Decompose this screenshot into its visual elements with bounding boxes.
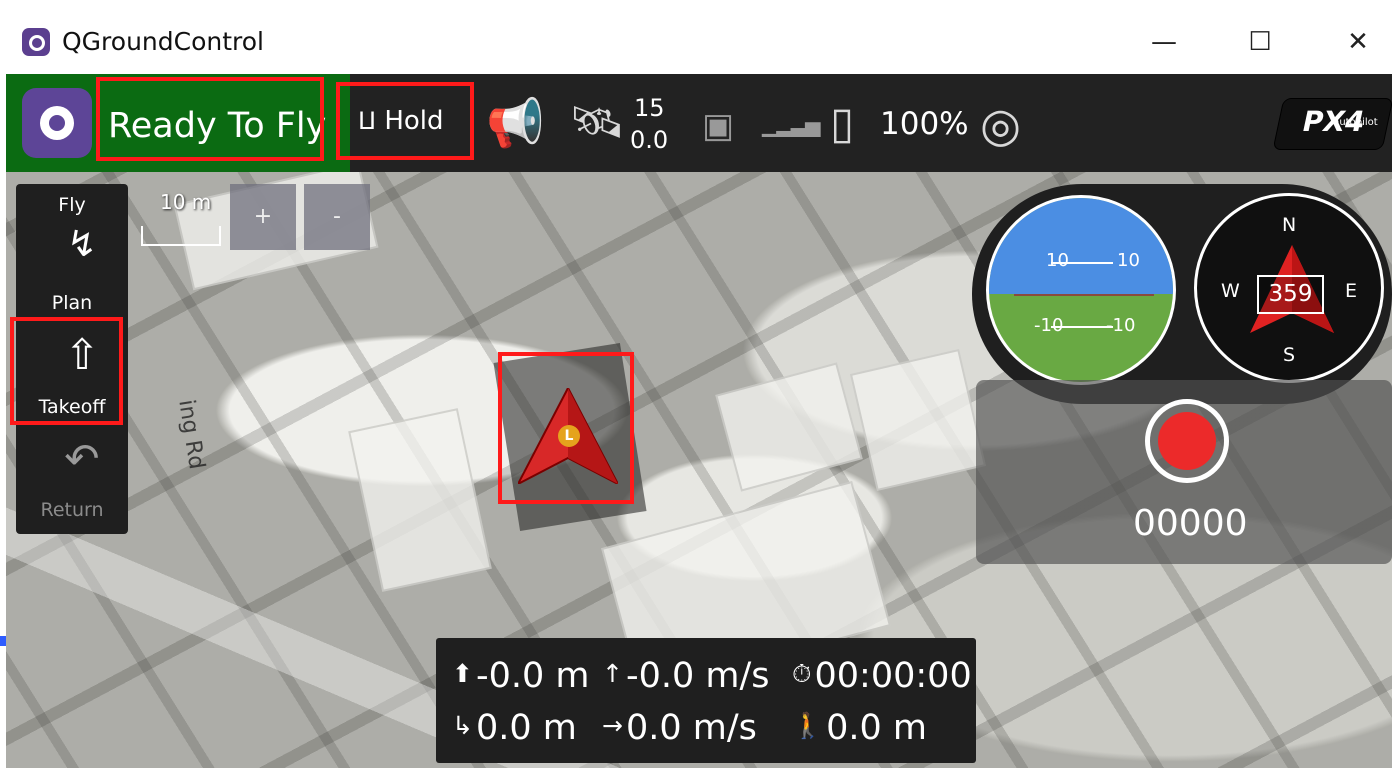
distance-icon: ↳ [452, 711, 473, 740]
map-scale-label: 10 m [160, 190, 212, 214]
telemetry-home-distance: 🚶0.0 m [792, 708, 927, 748]
ready-status-highlight [96, 77, 324, 161]
telemetry-ground-speed-value: 0.0 m/s [625, 708, 757, 748]
attitude-sky [989, 198, 1173, 294]
rc-signal-icon: ▁▂▃▅ [762, 113, 821, 137]
telemetry-altitude-value: -0.0 m [475, 656, 590, 696]
takeoff-highlight [10, 317, 123, 425]
edge-marker [0, 636, 6, 646]
vehicle-highlight [498, 352, 634, 504]
maximize-button[interactable]: ☐ [1230, 22, 1290, 62]
window-title: QGroundControl [62, 27, 265, 56]
telemetry-distance-value: 0.0 m [475, 708, 577, 748]
map-building [849, 348, 987, 492]
window-title-bar: QGroundControl — ☐ ✕ [0, 0, 1394, 74]
attitude-horizon-line [1014, 294, 1154, 296]
telemetry-altitude: ⬆-0.0 m [452, 656, 589, 696]
battery-icon[interactable]: ▯ [830, 98, 854, 149]
px4-autopilot-logo: PX4 autopilot [1272, 98, 1394, 150]
pitch-label-lower-right: -10 [1106, 315, 1136, 336]
megaphone-icon[interactable]: 📢 [486, 96, 545, 151]
pitch-label-upper-left: 10 [1046, 250, 1069, 271]
map-building [348, 408, 492, 592]
walking-person-icon: 🚶 [792, 711, 824, 740]
telemetry-panel: ⬆-0.0 m ↑-0.0 m/s ⏱00:00:00 ↳0.0 m →0.0 … [436, 638, 976, 763]
record-button[interactable] [1145, 399, 1229, 483]
close-button[interactable]: ✕ [1328, 22, 1388, 62]
record-count: 00000 [1133, 503, 1248, 544]
telemetry-vertical-speed: ↑-0.0 m/s [602, 656, 770, 696]
compass-south: S [1283, 344, 1296, 366]
return-icon[interactable]: ↶ [58, 434, 106, 483]
telemetry-flight-time: ⏱00:00:00 [792, 656, 972, 696]
telemetry-ground-speed: →0.0 m/s [602, 708, 757, 748]
flight-mode-highlight [336, 82, 474, 160]
target-icon[interactable]: ◎ [980, 98, 1021, 153]
timer-icon: ⏱ [792, 659, 812, 688]
remote-controller-icon[interactable]: ▣ [702, 106, 734, 146]
plan-route-icon[interactable]: ↯ [58, 224, 106, 265]
telemetry-home-distance-value: 0.0 m [826, 708, 928, 748]
compass-indicator: N S W E 359 [1194, 193, 1384, 383]
compass-west: W [1221, 280, 1240, 302]
pitch-label-lower-left: -10 [1034, 315, 1064, 336]
qgroundcontrol-app-icon [22, 28, 50, 56]
attitude-indicator: 10 10 -10 -10 [986, 195, 1176, 385]
altitude-icon: ⬆ [452, 659, 473, 688]
toolstrip-item-return[interactable]: Return [16, 499, 128, 521]
telemetry-distance: ↳0.0 m [452, 708, 577, 748]
compass-heading-value: 359 [1257, 275, 1324, 314]
map-building [715, 362, 863, 492]
minimize-button[interactable]: — [1134, 22, 1194, 62]
autopilot-logo-subtext: autopilot [1332, 117, 1378, 128]
zoom-in-button[interactable]: + [230, 184, 296, 250]
telemetry-vertical-speed-value: -0.0 m/s [625, 656, 770, 696]
toolstrip-item-plan[interactable]: Plan [16, 292, 128, 314]
ground-speed-icon: → [602, 711, 623, 740]
telemetry-flight-time-value: 00:00:00 [814, 656, 972, 696]
battery-percentage: 100% [880, 106, 969, 142]
zoom-out-button[interactable]: - [304, 184, 370, 250]
compass-north: N [1282, 214, 1297, 236]
vertical-speed-icon: ↑ [602, 659, 623, 688]
toolstrip-item-fly[interactable]: Fly [16, 194, 128, 216]
qgroundcontrol-menu-button[interactable] [22, 88, 92, 158]
gps-hdop: 0.0 [630, 126, 669, 154]
gps-satellite-count: 15 [634, 94, 665, 122]
main-toolbar: Ready To Fly ⵡ Hold 📢 🛰 15 0.0 ▣ ▁▂▃▅ ▯ … [6, 74, 1394, 172]
satellite-icon[interactable]: 🛰 [569, 96, 625, 148]
road-label: ing Rd [173, 397, 209, 472]
map-scale-bar [141, 226, 221, 246]
pitch-label-upper-right: 10 [1117, 250, 1140, 271]
compass-east: E [1345, 280, 1358, 302]
